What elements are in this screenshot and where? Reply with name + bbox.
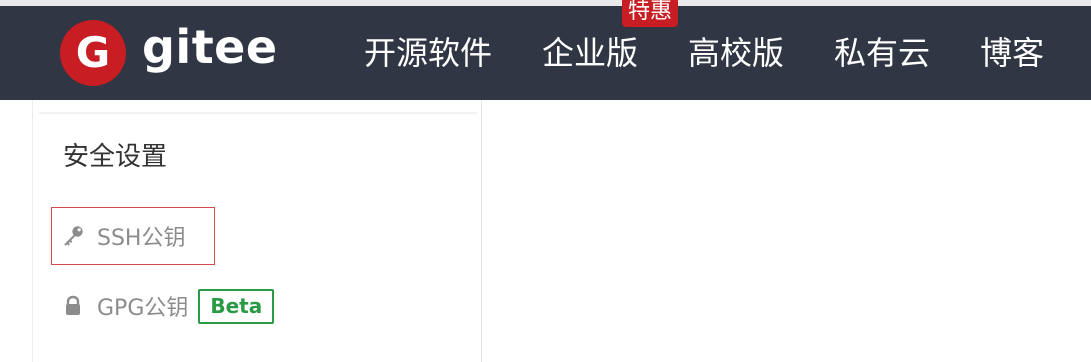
nav-item-blog[interactable]: 博客 xyxy=(980,37,1044,69)
top-navbar: G gitee 开源软件 企业版 特惠 高校版 私有云 博客 xyxy=(0,0,1091,100)
sidebar-item-ssh-keys[interactable]: SSH公钥 xyxy=(61,221,185,251)
gitee-logo-letter: G xyxy=(75,28,111,77)
nav-item-label: 私有云 xyxy=(834,34,931,72)
nav-item-enterprise[interactable]: 企业版 特惠 xyxy=(542,0,679,72)
nav-item-label: 博客 xyxy=(980,34,1045,72)
lock-icon xyxy=(61,294,85,318)
nav-item-private-cloud[interactable]: 私有云 xyxy=(834,37,930,69)
nav-item-label: 企业版 xyxy=(542,34,639,72)
nav-item-education[interactable]: 高校版 xyxy=(688,37,784,69)
gitee-logo-text: gitee xyxy=(142,20,278,74)
sidebar-divider xyxy=(39,112,477,114)
nav-item-open-source[interactable]: 开源软件 xyxy=(364,37,492,69)
settings-sidebar: 安全设置 SSH公钥 GPG公钥 Beta xyxy=(32,100,482,362)
nav-item-label: 开源软件 xyxy=(364,34,493,72)
top-nav: 开源软件 企业版 特惠 高校版 私有云 博客 xyxy=(364,0,1044,100)
sidebar-item-label: GPG公钥 xyxy=(97,296,189,321)
promo-badge: 特惠 xyxy=(622,0,679,27)
gitee-logo[interactable]: G gitee xyxy=(60,20,278,86)
beta-badge: Beta xyxy=(198,288,275,324)
section-title-security: 安全设置 xyxy=(63,142,168,172)
gitee-logo-mark: G xyxy=(60,20,126,86)
sidebar-item-gpg-keys[interactable]: GPG公钥 Beta xyxy=(61,288,275,324)
nav-item-label: 高校版 xyxy=(688,34,785,72)
sidebar-item-label: SSH公钥 xyxy=(97,226,186,251)
key-icon xyxy=(61,224,85,248)
